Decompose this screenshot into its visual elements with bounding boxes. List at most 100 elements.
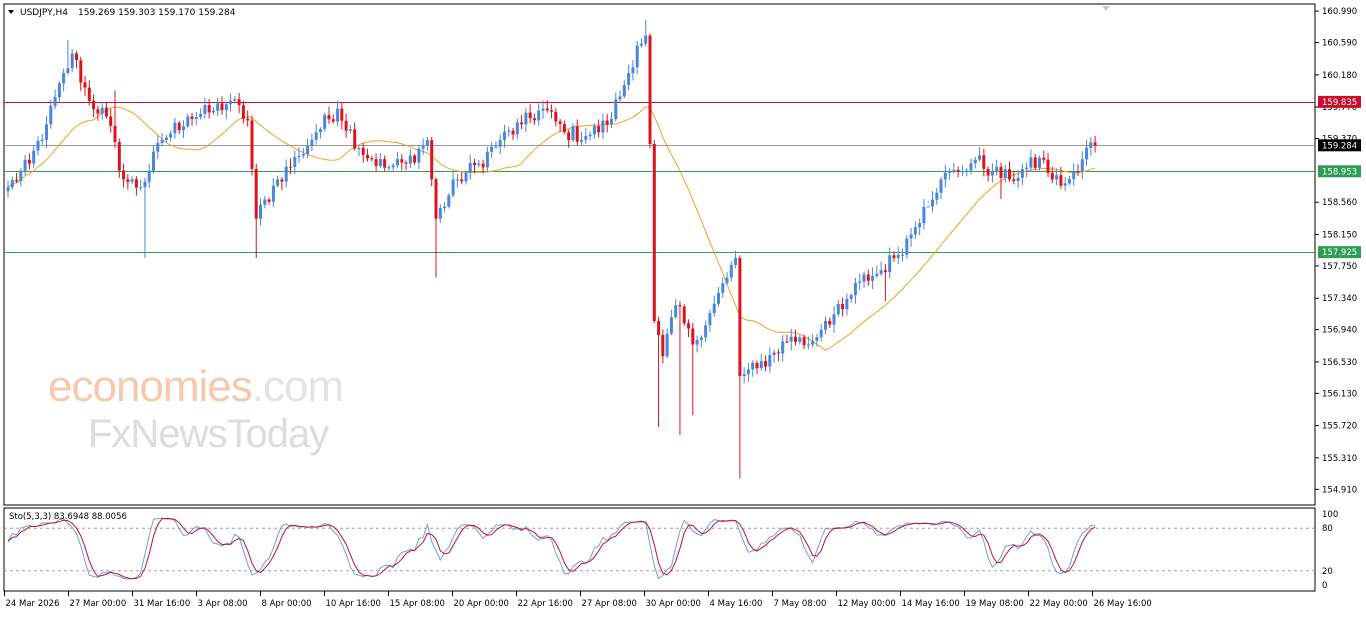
candle-body[interactable] [229,100,233,105]
candle-body[interactable] [224,104,228,111]
candle-body[interactable] [901,254,904,256]
candle-body[interactable] [1046,159,1050,173]
candle-body[interactable] [986,168,990,176]
candle-body[interactable] [113,125,117,142]
candle-body[interactable] [57,83,61,98]
candle-body[interactable] [53,97,57,106]
candle-body[interactable] [173,122,177,134]
candle-body[interactable] [665,333,669,357]
candle-body[interactable] [366,154,369,159]
candle-body[interactable] [815,337,819,341]
candle-body[interactable] [691,328,695,345]
candle-body[interactable] [45,124,48,140]
candle-body[interactable] [545,108,549,111]
candle-body[interactable] [485,151,489,168]
candle-body[interactable] [481,163,485,168]
candle-body[interactable] [909,234,913,239]
candle-body[interactable] [751,362,755,370]
candle-body[interactable] [408,155,412,164]
candle-body[interactable] [960,171,964,173]
candle-body[interactable] [618,96,622,100]
candle-body[interactable] [104,107,108,117]
candle-body[interactable] [811,340,815,345]
candle-body[interactable] [571,126,575,141]
candle-body[interactable] [708,313,712,326]
candle-body[interactable] [1012,179,1016,182]
candle-body[interactable] [699,337,703,340]
candle-body[interactable] [871,276,875,281]
candle-body[interactable] [220,103,224,111]
candle-body[interactable] [361,147,365,155]
candle-body[interactable] [306,146,310,155]
candle-body[interactable] [387,167,391,169]
candle-body[interactable] [943,172,947,180]
candle-body[interactable] [605,120,609,125]
candle-body[interactable] [267,199,271,202]
candle-body[interactable] [704,325,708,338]
candle-body[interactable] [348,129,352,131]
candle-body[interactable] [430,140,434,180]
candle-body[interactable] [776,352,780,354]
candle-body[interactable] [344,120,348,131]
candle-body[interactable] [160,140,164,144]
candle-body[interactable] [969,163,973,171]
candle-body[interactable] [216,103,220,111]
candle-body[interactable] [280,179,284,182]
candle-body[interactable] [918,223,922,228]
candle-body[interactable] [464,172,468,182]
candle-body[interactable] [806,344,810,346]
candle-body[interactable] [62,73,66,84]
candle-body[interactable] [896,254,900,258]
candle-body[interactable] [383,159,387,168]
candle-body[interactable] [259,204,262,219]
candle-body[interactable] [139,187,143,189]
candle-body[interactable] [1050,172,1054,180]
candle-body[interactable] [96,109,100,114]
candle-body[interactable] [764,361,768,367]
candle-body[interactable] [1067,179,1071,184]
candle-body[interactable] [494,146,498,148]
candle-body[interactable] [134,179,138,188]
candle-body[interactable] [845,298,849,310]
candle-body[interactable] [802,337,806,346]
candle-body[interactable] [323,115,327,129]
candle-body[interactable] [331,119,335,122]
candle-body[interactable] [824,321,827,330]
candle-body[interactable] [1059,175,1063,186]
candle-body[interactable] [956,170,960,172]
candle-body[interactable] [177,122,181,130]
candle-body[interactable] [652,144,656,321]
candle-body[interactable] [888,255,892,273]
candle-body[interactable] [357,147,361,149]
candle-body[interactable] [233,99,237,101]
candle-body[interactable] [875,273,879,277]
candle-body[interactable] [755,362,759,369]
candle-body[interactable] [631,67,635,74]
candle-body[interactable] [511,130,515,135]
candle-body[interactable] [49,105,53,125]
candle-body[interactable] [1025,167,1029,170]
candle-body[interactable] [819,329,823,338]
candle-body[interactable] [1080,159,1084,172]
candle-body[interactable] [687,323,690,329]
candle-body[interactable] [23,159,27,171]
candle-body[interactable] [781,341,785,354]
candle-body[interactable] [550,110,554,112]
candle-body[interactable] [271,185,275,202]
candle-body[interactable] [926,206,930,208]
candle-body[interactable] [130,179,134,182]
candle-body[interactable] [289,166,292,168]
candle-body[interactable] [1093,142,1097,146]
candle-body[interactable] [70,53,74,69]
candle-body[interactable] [798,337,802,342]
candle-body[interactable] [644,35,648,44]
candle-body[interactable] [246,118,250,121]
candle-body[interactable] [19,170,23,182]
candle-body[interactable] [1055,175,1059,180]
candle-body[interactable] [657,321,661,336]
candle-body[interactable] [588,134,592,137]
candle-body[interactable] [584,136,588,140]
candle-body[interactable] [554,111,558,122]
candle-body[interactable] [695,340,699,345]
candle-body[interactable] [1038,157,1041,168]
